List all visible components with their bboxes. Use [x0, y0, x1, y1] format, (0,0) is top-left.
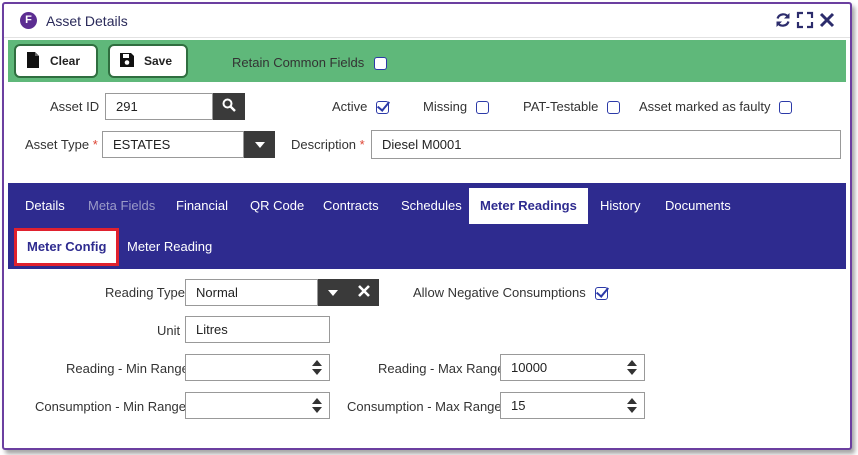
reading-max-input[interactable]: 10000 [500, 354, 645, 381]
missing-label: Missing [423, 99, 468, 114]
faulty-checkbox[interactable] [779, 101, 793, 115]
reading-max-label: Reading - Max Range [378, 361, 505, 376]
tab-history[interactable]: History [590, 188, 650, 224]
file-icon [26, 51, 40, 71]
consumption-max-label: Consumption - Max Range [347, 399, 502, 414]
expand-icon[interactable] [796, 11, 814, 29]
pat-testable-field: PAT-Testable [523, 99, 621, 115]
action-toolbar: Clear Save Retain Common Fields [8, 40, 846, 82]
missing-field: Missing [423, 99, 489, 115]
tab-meta-fields[interactable]: Meta Fields [78, 188, 165, 224]
consumption-min-input[interactable] [185, 392, 330, 419]
title-bar: F Asset Details [4, 4, 850, 38]
reading-min-input[interactable] [185, 354, 330, 381]
reading-type-select[interactable]: Normal [185, 279, 318, 306]
asset-id-label: Asset ID [50, 99, 100, 114]
reading-type-dropdown-button[interactable] [318, 279, 348, 306]
tab-documents[interactable]: Documents [655, 188, 741, 224]
spinner-icon[interactable] [312, 359, 322, 376]
refresh-icon[interactable] [774, 11, 792, 29]
retain-checkbox[interactable] [373, 57, 387, 71]
clear-x-icon [357, 284, 371, 301]
tab-details[interactable]: Details [15, 188, 75, 224]
reading-min-label: Reading - Min Range [66, 361, 189, 376]
app-logo: F [20, 12, 37, 29]
faulty-label: Asset marked as faulty [639, 99, 771, 114]
active-field: Active [332, 99, 390, 115]
tab-bar: Details Meta Fields Financial QR Code Co… [8, 183, 846, 269]
asset-type-label: Asset Type * [25, 137, 98, 152]
spinner-icon[interactable] [627, 359, 637, 376]
clear-button-label: Clear [50, 54, 81, 68]
chevron-down-icon [328, 289, 338, 296]
clear-button[interactable]: Clear [14, 44, 98, 78]
asset-type-dropdown-button[interactable] [244, 131, 275, 158]
asset-id-input[interactable]: 291 [105, 93, 213, 120]
unit-input[interactable]: Litres [185, 316, 330, 343]
tab-meter-readings[interactable]: Meter Readings [469, 188, 588, 224]
spinner-icon[interactable] [312, 397, 322, 414]
reading-type-clear-button[interactable] [348, 279, 379, 306]
active-label: Active [332, 99, 368, 114]
reading-type-label: Reading Type [105, 285, 185, 300]
tab-qr-code[interactable]: QR Code [240, 188, 314, 224]
description-label: Description * [291, 137, 365, 152]
save-button-label: Save [144, 54, 173, 68]
missing-checkbox[interactable] [475, 101, 489, 115]
tab-contracts[interactable]: Contracts [313, 188, 389, 224]
subtab-meter-reading[interactable]: Meter Reading [117, 228, 222, 266]
floppy-icon [120, 52, 134, 71]
consumption-min-label: Consumption - Min Range [35, 399, 187, 414]
retain-common-fields: Retain Common Fields [232, 55, 387, 71]
description-input[interactable]: Diesel M0001 [371, 130, 841, 159]
tab-financial[interactable]: Financial [166, 188, 238, 224]
asset-type-select[interactable]: ESTATES [102, 131, 244, 158]
unit-label: Unit [157, 323, 181, 338]
allow-negative-field: Allow Negative Consumptions [413, 285, 609, 301]
consumption-max-input[interactable]: 15 [500, 392, 645, 419]
save-button[interactable]: Save [108, 44, 188, 78]
window-title: Asset Details [46, 13, 128, 29]
required-marker: * [359, 137, 365, 152]
subtab-meter-config[interactable]: Meter Config [14, 228, 120, 266]
faulty-field: Asset marked as faulty [639, 99, 793, 115]
allow-negative-checkbox[interactable] [595, 287, 609, 301]
allow-negative-label: Allow Negative Consumptions [413, 285, 586, 300]
search-icon [222, 98, 236, 115]
asset-details-window: F Asset Details Clear Save Retain Common… [2, 2, 852, 450]
active-checkbox[interactable] [376, 101, 390, 115]
tab-schedules[interactable]: Schedules [391, 188, 472, 224]
pat-label: PAT-Testable [523, 99, 599, 114]
close-icon[interactable] [818, 11, 836, 29]
spinner-icon[interactable] [627, 397, 637, 414]
search-button[interactable] [213, 93, 245, 120]
retain-label: Retain Common Fields [232, 55, 365, 70]
pat-checkbox[interactable] [607, 101, 621, 115]
required-marker: * [92, 137, 98, 152]
chevron-down-icon [254, 141, 265, 148]
